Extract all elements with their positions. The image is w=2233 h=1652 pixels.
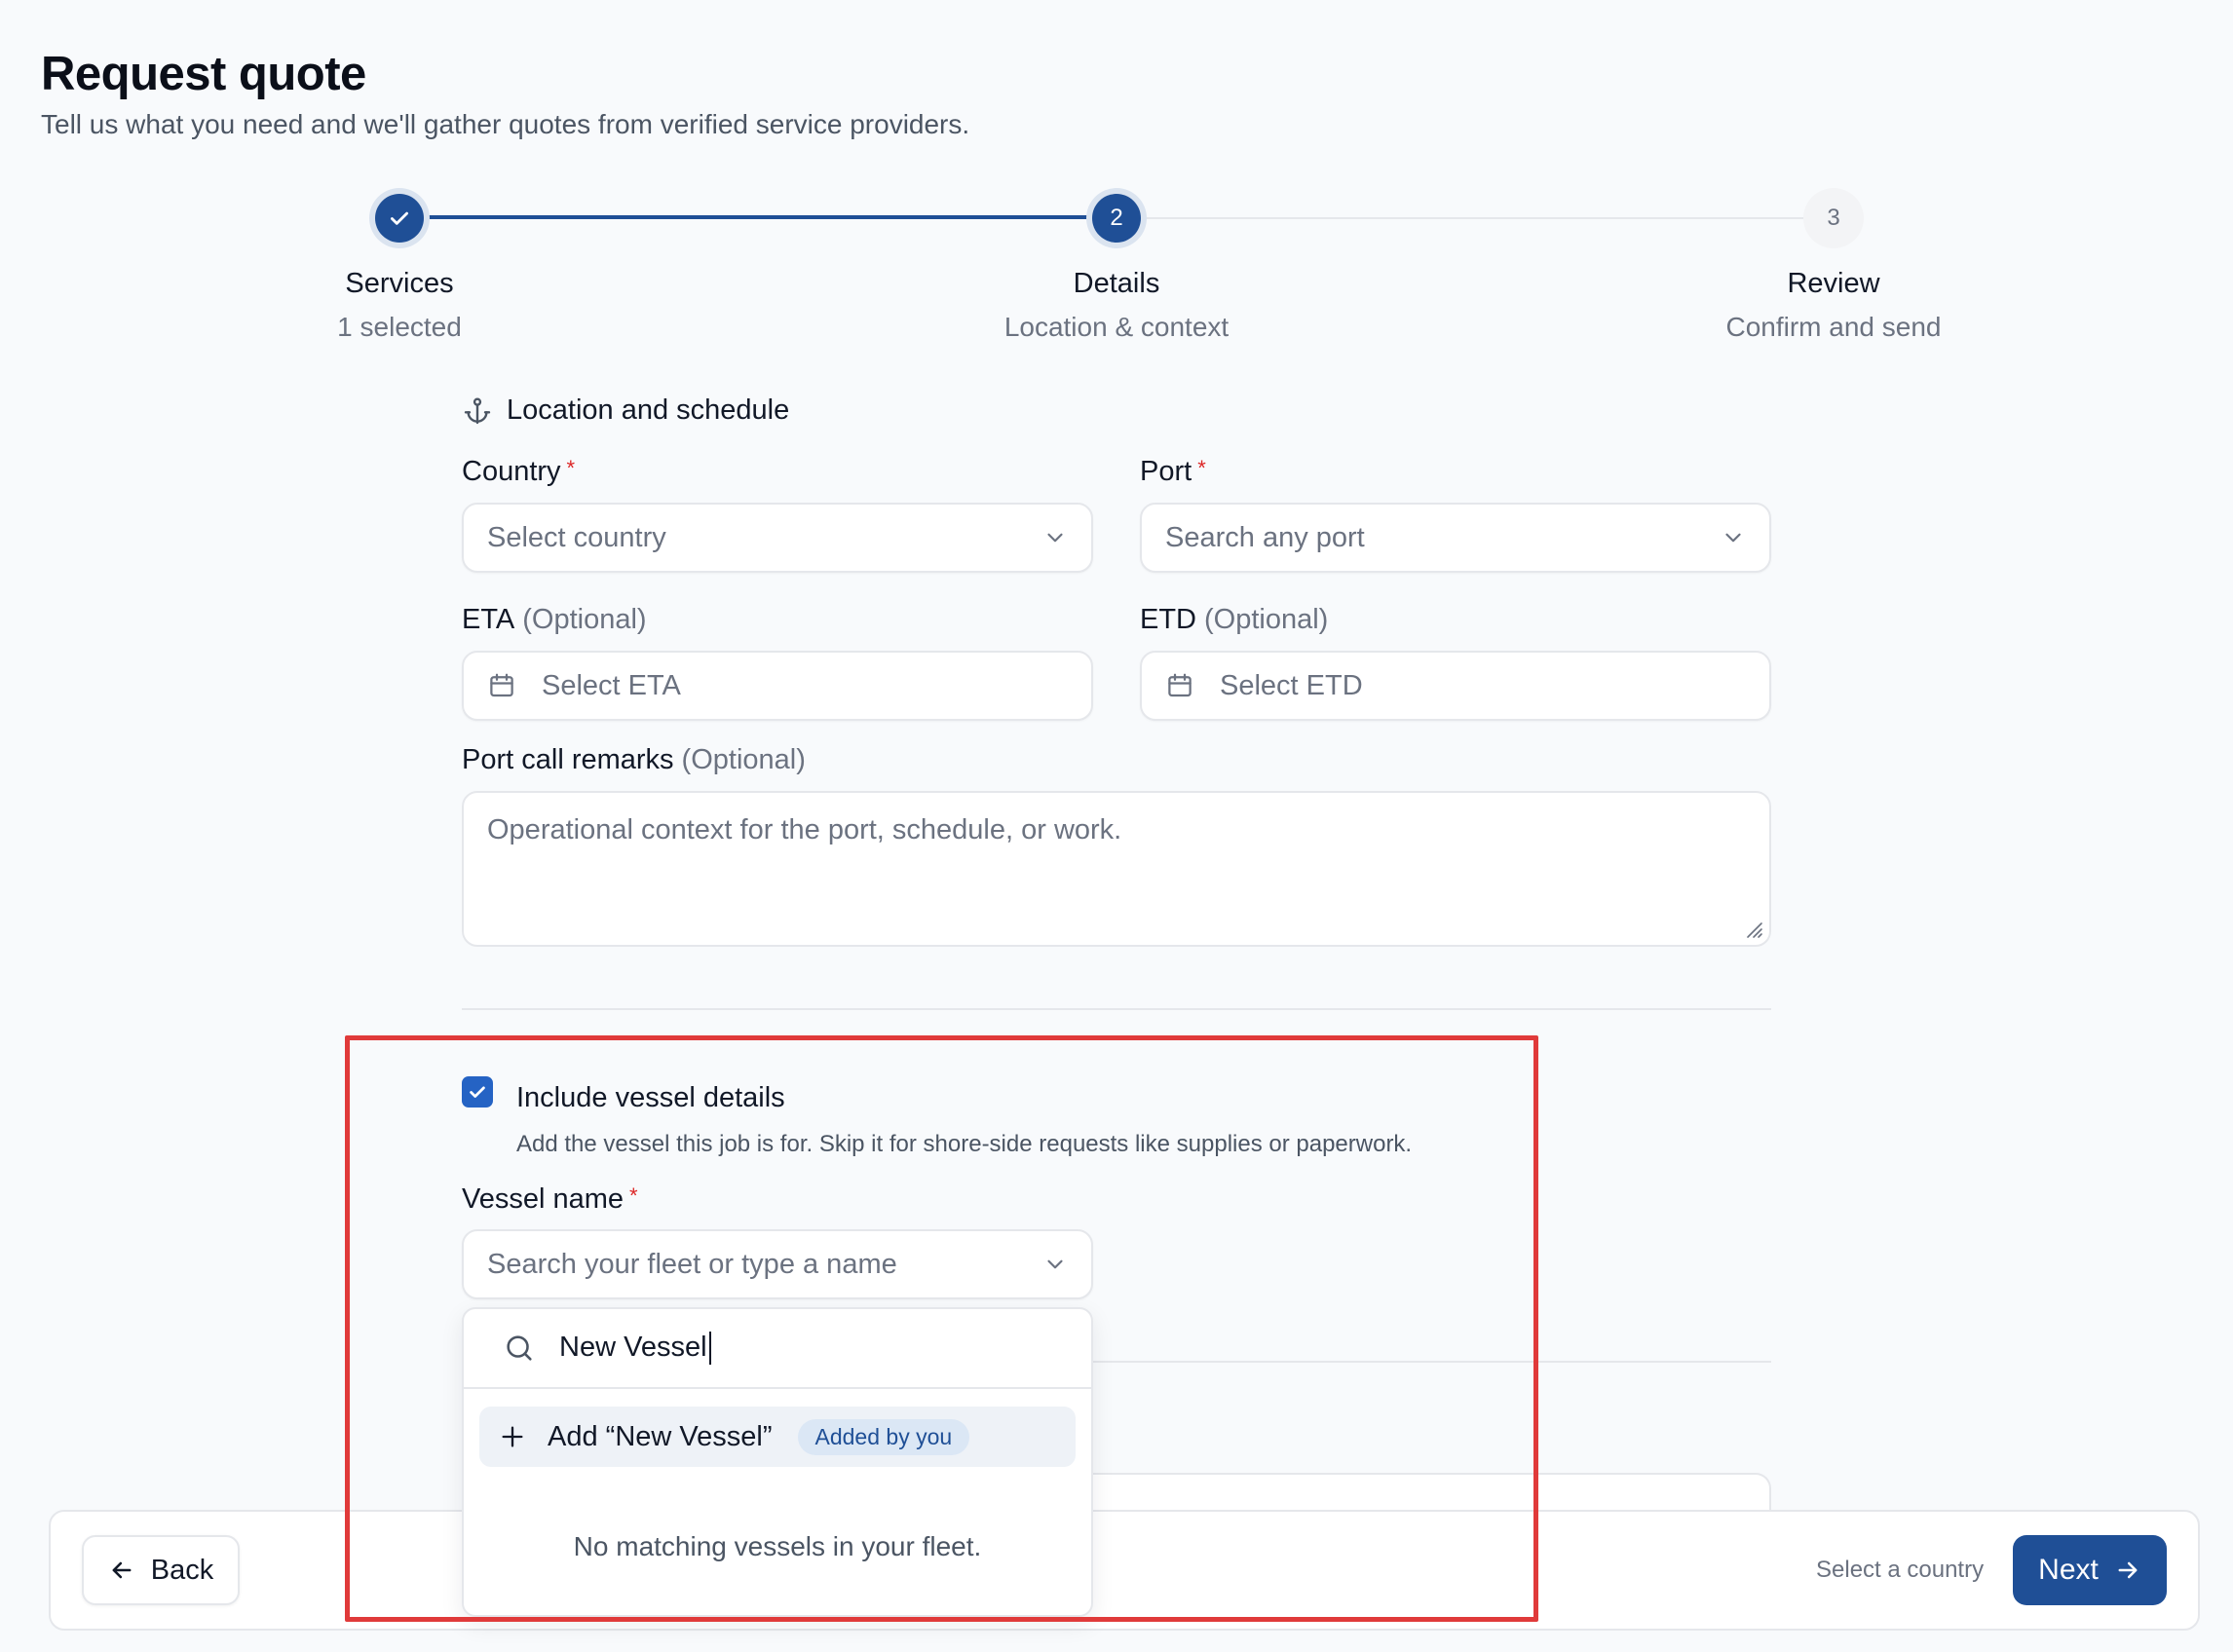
step-2-subtitle: Location & context (1003, 312, 1230, 342)
step-connector-complete (421, 215, 1093, 219)
arrow-right-icon (2118, 1561, 2138, 1579)
step-1-title: Services (345, 268, 454, 299)
arrow-left-icon (112, 1561, 132, 1579)
eta-label: ETA (Optional) (462, 604, 647, 636)
section-divider (462, 1008, 1771, 1010)
country-placeholder: Select country (487, 521, 666, 553)
check-icon (391, 211, 408, 225)
location-heading-text: Location and schedule (507, 394, 790, 426)
location-section-heading: Location and schedule (462, 394, 789, 427)
port-label: Port * (1140, 456, 1206, 488)
calendar-icon (490, 673, 513, 697)
chevron-down-icon (1047, 533, 1063, 543)
country-select[interactable]: Select country (462, 503, 1093, 573)
step-1-indicator[interactable] (375, 194, 424, 243)
optional-marker: (Optional) (1204, 604, 1329, 635)
port-call-remarks-textarea[interactable]: Operational context for the port, schedu… (462, 791, 1771, 947)
next-button-label: Next (2038, 1554, 2099, 1586)
page-subtitle: Tell us what you need and we'll gather q… (41, 109, 970, 139)
step-3-subtitle: Confirm and send (1725, 312, 1942, 342)
page-title: Request quote (41, 48, 366, 100)
resize-handle-icon[interactable] (1740, 916, 1763, 939)
calendar-icon (1168, 673, 1192, 697)
remarks-placeholder: Operational context for the port, schedu… (487, 814, 1122, 845)
next-hint: Select a country (1816, 1557, 1985, 1583)
anchor-icon (464, 397, 491, 424)
step-connector-upcoming (1138, 217, 1812, 219)
chevron-down-icon (1725, 533, 1741, 543)
etd-label: ETD (Optional) (1140, 604, 1328, 636)
optional-marker: (Optional) (522, 604, 647, 635)
etd-placeholder: Select ETD (1220, 669, 1363, 701)
required-marker: * (1197, 456, 1206, 480)
port-placeholder: Search any port (1165, 521, 1365, 553)
eta-label-text: ETA (462, 604, 515, 635)
port-label-text: Port (1140, 456, 1192, 487)
step-3-title: Review (1787, 268, 1880, 299)
annotation-highlight-box (345, 1035, 1538, 1622)
back-button[interactable]: Back (82, 1535, 240, 1605)
country-label-text: Country (462, 456, 561, 487)
country-label: Country * (462, 456, 575, 488)
step-3-indicator: 3 (1809, 194, 1858, 243)
remarks-label-text: Port call remarks (462, 744, 674, 775)
required-marker: * (566, 456, 576, 480)
port-select[interactable]: Search any port (1140, 503, 1771, 573)
etd-date-picker[interactable]: Select ETD (1140, 651, 1771, 721)
next-button[interactable]: Next (2013, 1535, 2167, 1605)
eta-date-picker[interactable]: Select ETA (462, 651, 1093, 721)
step-2-title: Details (1073, 268, 1160, 299)
step-2-indicator[interactable]: 2 (1092, 194, 1141, 243)
back-button-label: Back (150, 1554, 214, 1586)
eta-placeholder: Select ETA (542, 669, 681, 701)
optional-marker: (Optional) (681, 744, 806, 775)
remarks-label: Port call remarks (Optional) (462, 744, 806, 776)
step-1-subtitle: 1 selected (337, 312, 462, 342)
etd-label-text: ETD (1140, 604, 1196, 635)
